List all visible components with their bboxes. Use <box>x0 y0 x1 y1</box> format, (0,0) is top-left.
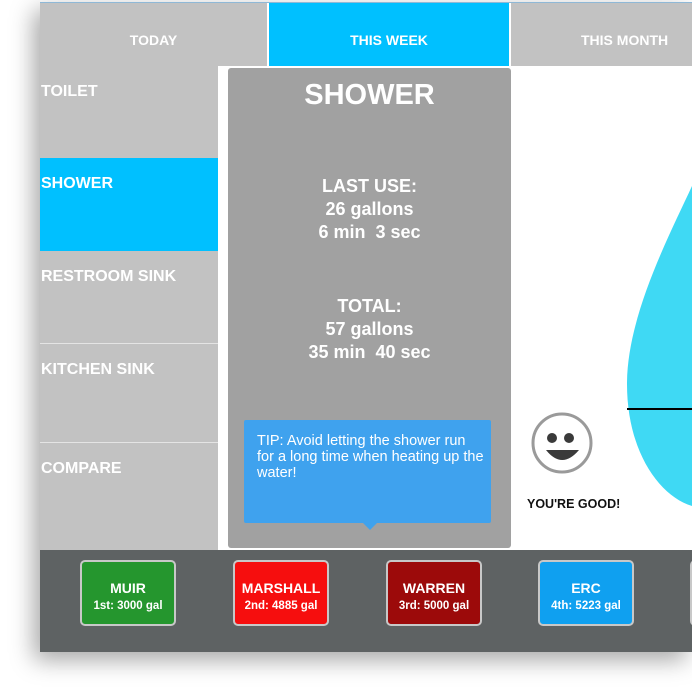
team-rank: 4th: 5223 gal <box>551 600 621 612</box>
sidebar-item-compare[interactable]: COMPARE <box>40 443 218 550</box>
sidebar-item-restroom-sink[interactable]: RESTROOM SINK <box>40 251 218 343</box>
sidebar-item-shower[interactable]: SHOWER <box>40 158 218 251</box>
tab-label: TODAY <box>129 31 178 48</box>
tab-label: THIS WEEK <box>350 31 428 48</box>
water-visual-svg <box>531 186 692 506</box>
team-card-muir[interactable]: MUIR 1st: 3000 gal <box>80 560 176 626</box>
total-time: 35 min 40 sec <box>308 342 431 362</box>
tab-this-week[interactable]: THIS WEEK <box>269 3 509 66</box>
team-name: ERC <box>571 580 601 596</box>
sidebar-item-label: COMPARE <box>41 460 122 477</box>
team-card-marshall[interactable]: MARSHALL 2nd: 4885 gal <box>233 560 329 626</box>
fixture-sidebar: TOILET SHOWER RESTROOM SINK KITCHEN SINK… <box>40 66 218 550</box>
team-rank: 1st: 3000 gal <box>93 600 163 612</box>
tip-text: TIP: Avoid letting the shower run for a … <box>257 433 484 481</box>
team-name: WARREN <box>402 580 466 596</box>
total-heading: TOTAL: <box>337 296 402 316</box>
team-rank: 3rd: 5000 gal <box>398 600 470 612</box>
water-drop-icon <box>627 186 692 506</box>
sidebar-item-label: SHOWER <box>41 175 113 192</box>
water-visual: YOU'RE GOOD! <box>519 66 692 550</box>
sidebar-item-label: RESTROOM SINK <box>41 268 177 285</box>
team-rank: 2nd: 4885 gal <box>244 600 318 612</box>
sidebar-item-label: KITCHEN SINK <box>41 361 155 378</box>
sidebar-item-label: TOILET <box>41 83 98 100</box>
sidebar-item-toilet[interactable]: TOILET <box>40 66 218 158</box>
tab-this-month[interactable]: THIS MONTH <box>511 3 692 66</box>
team-name: MARSHALL <box>241 580 321 596</box>
last-use-heading: LAST USE: <box>321 176 417 196</box>
tip-tail <box>361 521 379 530</box>
sidebar-item-kitchen-sink[interactable]: KITCHEN SINK <box>40 344 218 442</box>
team-card-warren[interactable]: WARREN 3rd: 5000 gal <box>386 560 482 626</box>
smiley-face-icon <box>531 412 593 474</box>
last-use-time: 6 min 3 sec <box>318 222 421 242</box>
team-card-erc[interactable]: ERC 4th: 5223 gal <box>538 560 634 626</box>
panel-title: SHOWER <box>304 79 435 111</box>
tip-bubble: TIP: Avoid letting the shower run for a … <box>244 420 491 530</box>
app-window: TODAY THIS WEEK THIS MONTH TOILET SHOWER… <box>40 2 692 652</box>
tab-label: THIS MONTH <box>581 31 669 48</box>
tab-today[interactable]: TODAY <box>40 3 267 66</box>
total-gallons: 57 gallons <box>325 319 414 339</box>
last-use-gallons: 26 gallons <box>325 199 414 219</box>
period-tabs: TODAY THIS WEEK THIS MONTH <box>40 2 692 66</box>
status-label: YOU'RE GOOD! <box>527 497 621 511</box>
team-name: MUIR <box>110 580 146 596</box>
leaderboard-bar: MUIR 1st: 3000 gal MARSHALL 2nd: 4885 ga… <box>40 550 692 652</box>
usage-panel: SHOWER LAST USE: 26 gallons 6 min 3 sec … <box>228 68 511 548</box>
